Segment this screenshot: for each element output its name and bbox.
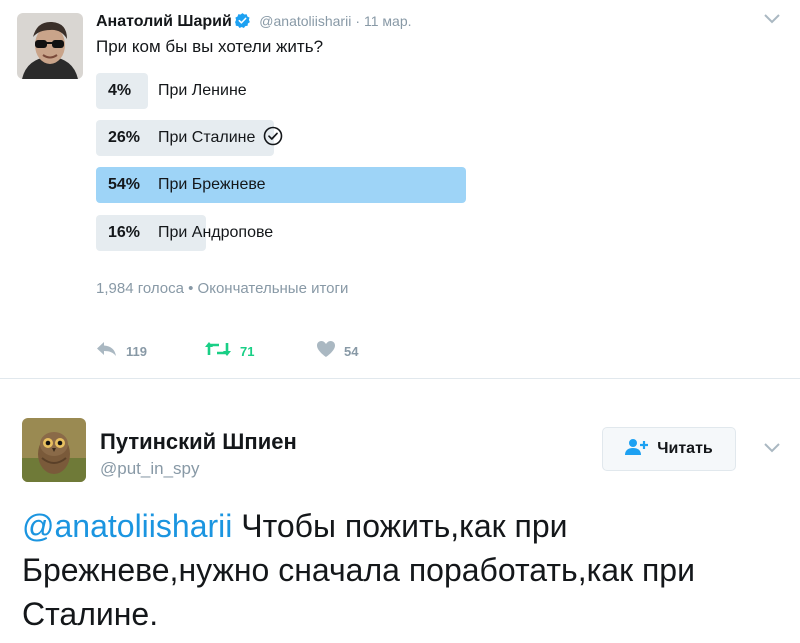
author-handle[interactable]: @put_in_spy: [100, 459, 200, 479]
like-button[interactable]: 54: [316, 339, 358, 363]
poll-percent: 16%: [108, 224, 141, 241]
follow-label: Читать: [657, 440, 713, 457]
separator-dot: ·: [355, 13, 360, 29]
author-name[interactable]: Анатолий Шарий: [96, 13, 232, 30]
avatar-photo: [17, 13, 83, 79]
avatar[interactable]: [22, 418, 86, 482]
poll-label: При Сталине: [158, 120, 283, 160]
tweet-text: При ком бы вы хотели жить?: [96, 37, 324, 56]
tweet-header: Анатолий Шарий @anatoliisharii · 11 мар.: [96, 12, 412, 34]
poll-percent: 26%: [108, 129, 141, 146]
owl-avatar-photo: [22, 418, 86, 482]
poll-percent: 4%: [108, 82, 132, 99]
tweet-reply: Путинский Шпиен @put_in_spy Читать @anat…: [0, 379, 800, 643]
follow-button[interactable]: Читать: [602, 427, 736, 471]
reply-icon: [96, 341, 118, 362]
poll-summary: 1,984 голоса • Окончательные итоги: [96, 280, 349, 297]
retweet-icon: [204, 341, 232, 362]
check-circle-icon: [263, 124, 283, 160]
reply-button[interactable]: 119: [96, 339, 147, 363]
add-user-icon: [625, 438, 649, 461]
chevron-down-icon[interactable]: [763, 441, 781, 459]
chevron-down-icon[interactable]: [763, 12, 781, 30]
poll-bar-2: [96, 167, 466, 203]
reply-count: 119: [126, 343, 147, 359]
mention-link[interactable]: @anatoliisharii: [22, 508, 232, 544]
tweet-poll: Анатолий Шарий @anatoliisharii · 11 мар. П…: [0, 0, 800, 378]
author-name[interactable]: Путинский Шпиен: [100, 429, 297, 455]
heart-icon: [316, 340, 336, 363]
poll-option: 54% При Брежневе: [96, 167, 466, 203]
tweet-text: @anatoliisharii Чтобы пожить,как при Бре…: [22, 504, 792, 636]
like-count: 54: [344, 343, 359, 359]
poll-label: При Ленине: [158, 82, 247, 99]
poll-percent: 54%: [108, 176, 141, 193]
poll-label-text: При Сталине: [158, 129, 256, 146]
retweet-button[interactable]: 71: [204, 339, 254, 363]
poll-option: 4% При Ленине: [96, 73, 466, 109]
poll-option: 26% При Сталине: [96, 120, 466, 156]
author-handle[interactable]: @anatoliisharii: [259, 13, 351, 29]
poll-option: 16% При Андропове: [96, 215, 466, 251]
retweet-count: 71: [240, 343, 255, 359]
verified-badge-icon: [234, 12, 251, 34]
avatar[interactable]: [17, 13, 83, 79]
poll-label: При Андропове: [158, 224, 274, 241]
tweet-date[interactable]: 11 мар.: [364, 13, 412, 29]
poll-label: При Брежневе: [158, 176, 266, 193]
